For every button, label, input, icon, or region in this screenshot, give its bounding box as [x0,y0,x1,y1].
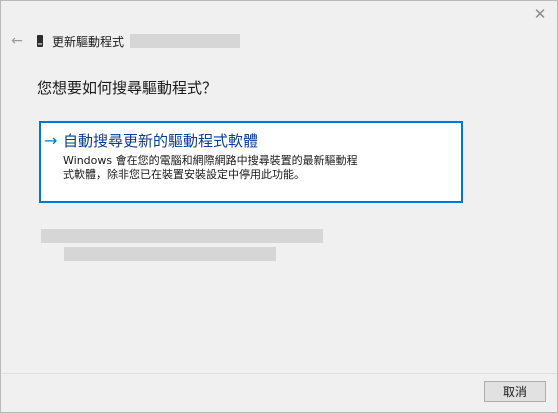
redacted-option-2 [64,247,276,261]
back-button[interactable]: ← [9,33,25,49]
dialog-title: 更新驅動程式 [52,34,125,49]
auto-search-option[interactable]: → 自動搜尋更新的驅動程式軟體 Windows 會在您的電腦和網際網路中搜尋裝置… [39,121,463,203]
device-icon [37,35,43,47]
redacted-option-1[interactable] [41,229,323,243]
back-arrow-icon: ← [11,33,23,49]
page-question: 您想要如何搜尋驅動程式？ [37,79,218,97]
option-description: Windows 會在您的電腦和網際網路中搜尋裝置的最新驅動程式軟體，除非您已在裝… [63,154,358,181]
dialog-footer: 取消 [1,373,557,412]
cancel-button[interactable]: 取消 [484,381,546,402]
close-button[interactable]: ✕ [523,1,557,27]
option-title: 自動搜尋更新的驅動程式軟體 [63,132,259,150]
redacted-device-name [130,34,241,48]
dialog-window: ✕ ← 更新驅動程式 您想要如何搜尋驅動程式？ → 自動搜尋更新的驅動程式軟體 … [0,0,558,413]
dialog-header: ← 更新驅動程式 [9,31,241,51]
arrow-right-icon: → [44,131,58,150]
close-icon: ✕ [533,5,547,23]
